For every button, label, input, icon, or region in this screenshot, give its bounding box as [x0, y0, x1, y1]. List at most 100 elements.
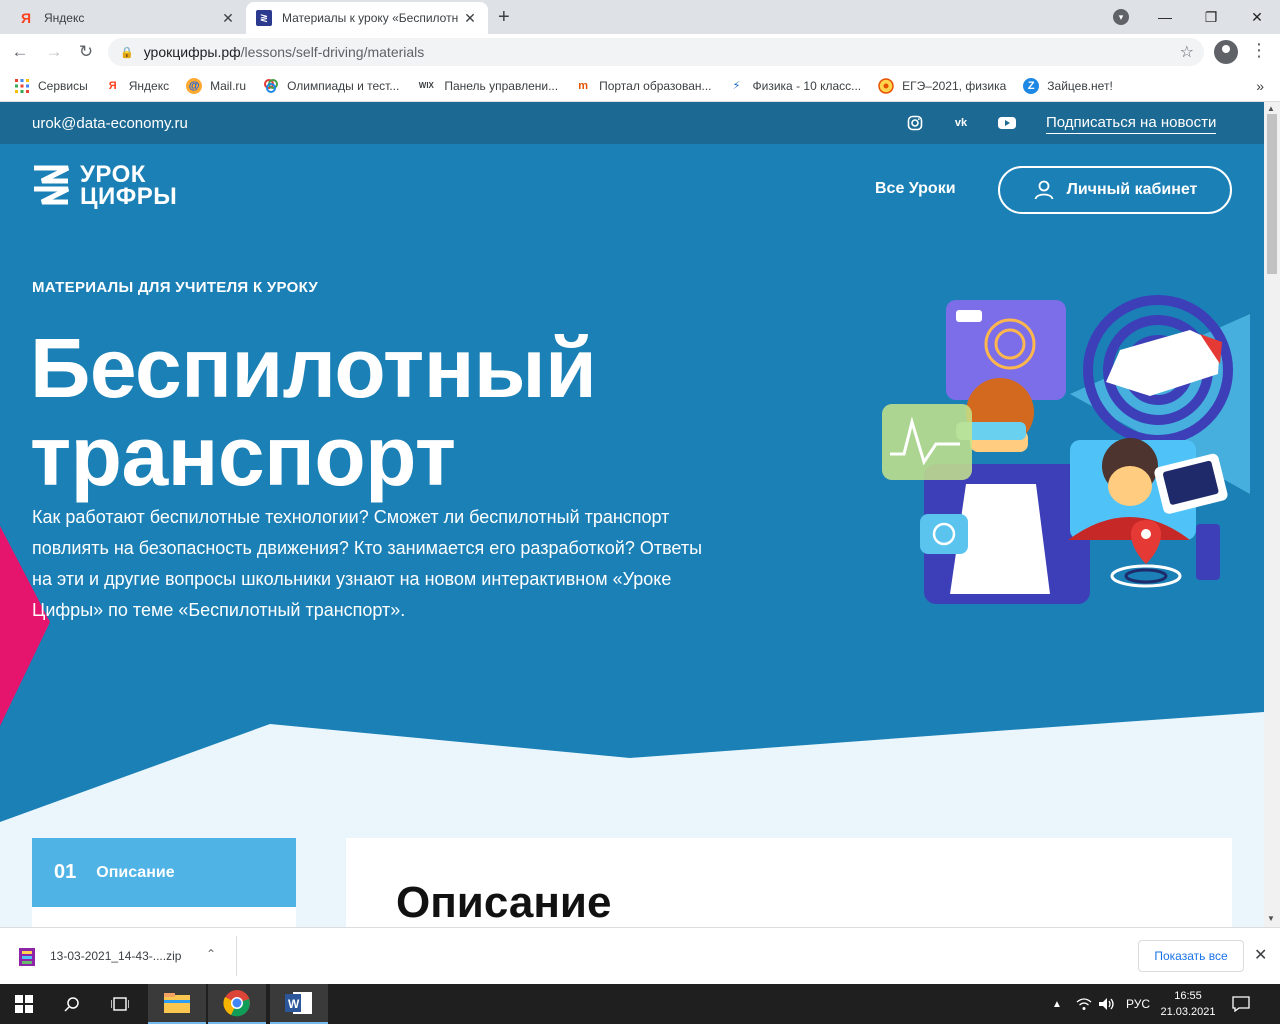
close-tab-icon[interactable]: ✕ — [220, 10, 236, 27]
bookmark-portal[interactable]: m Портал образован... — [575, 78, 711, 94]
logo-mark-icon — [34, 165, 70, 205]
input-language[interactable]: РУС — [1126, 984, 1150, 1024]
apps-grid-icon — [14, 78, 30, 94]
lock-icon: 🔒 — [120, 46, 134, 59]
archive-file-icon — [19, 948, 35, 966]
volume-icon[interactable] — [1098, 984, 1116, 1024]
urok-cifry-icon: ≷ — [256, 10, 272, 26]
chrome-icon[interactable] — [208, 984, 266, 1024]
show-all-button[interactable]: Показать все — [1138, 940, 1244, 972]
forward-icon[interactable]: → — [42, 40, 66, 64]
bookmark-ege[interactable]: ЕГЭ–2021, физика — [878, 77, 1007, 94]
bookmark-label: Mail.ru — [210, 78, 247, 93]
bookmark-wix[interactable]: WIX Панель управлени... — [416, 78, 558, 94]
tab-yandex[interactable]: Я Яндекс ✕ — [8, 2, 246, 34]
tab-search-icon[interactable]: ▾ — [1113, 9, 1129, 25]
bookmark-zaitsev[interactable]: Z Зайцев.нет! — [1023, 77, 1113, 94]
search-icon[interactable] — [48, 984, 96, 1024]
youtube-icon[interactable] — [998, 114, 1016, 132]
tray-expand-icon[interactable]: ▲ — [1052, 984, 1062, 1024]
bookmark-yandex[interactable]: Я Яндекс — [105, 78, 169, 94]
shelf-divider — [236, 936, 237, 976]
back-icon[interactable]: ← — [8, 40, 32, 64]
site-logo[interactable]: УРОК ЦИФРЫ — [32, 163, 202, 212]
side-tab-next[interactable] — [32, 907, 296, 927]
bookmark-services[interactable]: Сервисы — [14, 78, 88, 94]
subscribe-link[interactable]: Подписаться на новости — [1046, 114, 1217, 134]
restore-button[interactable]: ❐ — [1188, 0, 1234, 34]
bookmark-label: Зайцев.нет! — [1047, 78, 1113, 93]
instagram-icon[interactable] — [906, 114, 924, 132]
bookmark-olympiad[interactable]: Олимпиады и тест... — [263, 78, 399, 94]
bookmark-label: Панель управлени... — [444, 78, 559, 93]
title-line-2: транспорт — [30, 409, 456, 503]
mailru-icon: @ — [186, 77, 203, 94]
bookmark-star-icon[interactable]: ☆ — [1180, 42, 1194, 62]
tab-strip: Я Яндекс ✕ ≷ Материалы к уроку «Беспилот… — [0, 0, 1280, 34]
address-bar[interactable]: 🔒 урокцифры.рф/lessons/self-driving/mate… — [108, 38, 1204, 66]
page-scrollbar[interactable]: ▲ ▼ — [1264, 102, 1280, 927]
portal-icon: m — [578, 79, 588, 92]
network-icon[interactable] — [1076, 984, 1092, 1024]
close-shelf-icon[interactable]: ✕ — [1254, 945, 1267, 965]
bookmark-label: Олимпиады и тест... — [287, 78, 400, 93]
logo-text: УРОК ЦИФРЫ — [80, 163, 178, 210]
hero-illustration — [882, 295, 1250, 604]
zaitsev-icon: Z — [1023, 77, 1040, 94]
file-explorer-icon[interactable] — [148, 984, 206, 1024]
page-kicker: МАТЕРИАЛЫ ДЛЯ УЧИТЕЛЯ К УРОКУ — [32, 279, 319, 296]
url-path: /lessons/self-driving/materials — [240, 44, 425, 60]
yandex-icon: Я — [20, 10, 32, 26]
chrome-menu-icon[interactable]: ⋮ — [1250, 40, 1268, 61]
tab-materials[interactable]: ≷ Материалы к уроку «Беспилотн ✕ — [246, 2, 488, 34]
browser-toolbar: ← → ↻ 🔒 урокцифры.рф/lessons/self-drivin… — [0, 34, 1280, 70]
bookmark-label: Портал образован... — [599, 78, 712, 93]
tab-title: Материалы к уроку «Беспилотн — [282, 11, 459, 25]
bookmark-mailru[interactable]: @ Mail.ru — [186, 77, 247, 94]
side-tab-label: Описание — [96, 863, 175, 881]
minimize-button[interactable]: — — [1142, 0, 1188, 34]
svg-text:W: W — [288, 997, 300, 1011]
vk-icon[interactable]: vk — [952, 114, 970, 132]
description-card: Описание — [346, 838, 1232, 927]
close-tab-icon[interactable]: ✕ — [462, 10, 478, 27]
reload-icon[interactable]: ↻ — [74, 40, 98, 64]
download-filename[interactable]: 13-03-2021_14-43-....zip — [50, 949, 181, 963]
scroll-thumb[interactable] — [1267, 114, 1277, 274]
more-bookmarks-icon[interactable]: » — [1256, 78, 1264, 94]
scroll-down-icon[interactable]: ▼ — [1267, 914, 1275, 923]
personal-cabinet-button[interactable]: Личный кабинет — [998, 166, 1232, 214]
clock-date: 21.03.2021 — [1160, 1006, 1216, 1018]
system-clock[interactable]: 16:55 21.03.2021 — [1158, 988, 1218, 1020]
olympiad-icon — [263, 78, 279, 94]
nav-all-lessons[interactable]: Все Уроки — [875, 180, 956, 198]
scroll-up-icon[interactable]: ▲ — [1267, 104, 1275, 113]
close-window-button[interactable]: ✕ — [1234, 0, 1280, 34]
bookmark-physics[interactable]: ⚡ Физика - 10 класс... — [729, 78, 862, 94]
new-tab-button[interactable]: + — [498, 6, 510, 29]
download-shelf: 13-03-2021_14-43-....zip ⌃ Показать все … — [0, 927, 1280, 984]
page-title: Беспилотный транспорт — [30, 321, 597, 503]
bookmark-label: Яндекс — [128, 78, 170, 93]
section-title: Описание — [396, 878, 612, 927]
chevron-up-icon[interactable]: ⌃ — [206, 947, 216, 961]
page-viewport: urok@data-economy.ru vk Подписаться на н… — [0, 102, 1264, 927]
lead-paragraph: Как работают беспилотные технологии? Смо… — [32, 507, 703, 620]
logo-line-2: ЦИФРЫ — [80, 183, 178, 210]
task-view-icon[interactable] — [96, 984, 144, 1024]
cabinet-label: Личный кабинет — [1066, 181, 1198, 198]
contact-email[interactable]: urok@data-economy.ru — [32, 115, 188, 132]
windows-taskbar: W ▲ РУС 16:55 21.03.2021 — [0, 984, 1280, 1024]
notifications-icon[interactable] — [1232, 984, 1250, 1024]
clock-time: 16:55 — [1174, 990, 1202, 1002]
word-icon[interactable]: W — [270, 984, 328, 1024]
title-line-1: Беспилотный — [30, 321, 597, 415]
ege-icon — [878, 77, 894, 94]
profile-avatar-icon[interactable] — [1214, 40, 1238, 64]
tab-title: Яндекс — [44, 11, 85, 25]
physics-icon: ⚡ — [732, 80, 741, 92]
bookmark-label: ЕГЭ–2021, физика — [902, 78, 1007, 93]
windows-start-icon[interactable] — [0, 984, 48, 1024]
yandex-icon: Я — [108, 79, 117, 92]
side-tab-description[interactable]: 01 Описание — [32, 838, 296, 907]
